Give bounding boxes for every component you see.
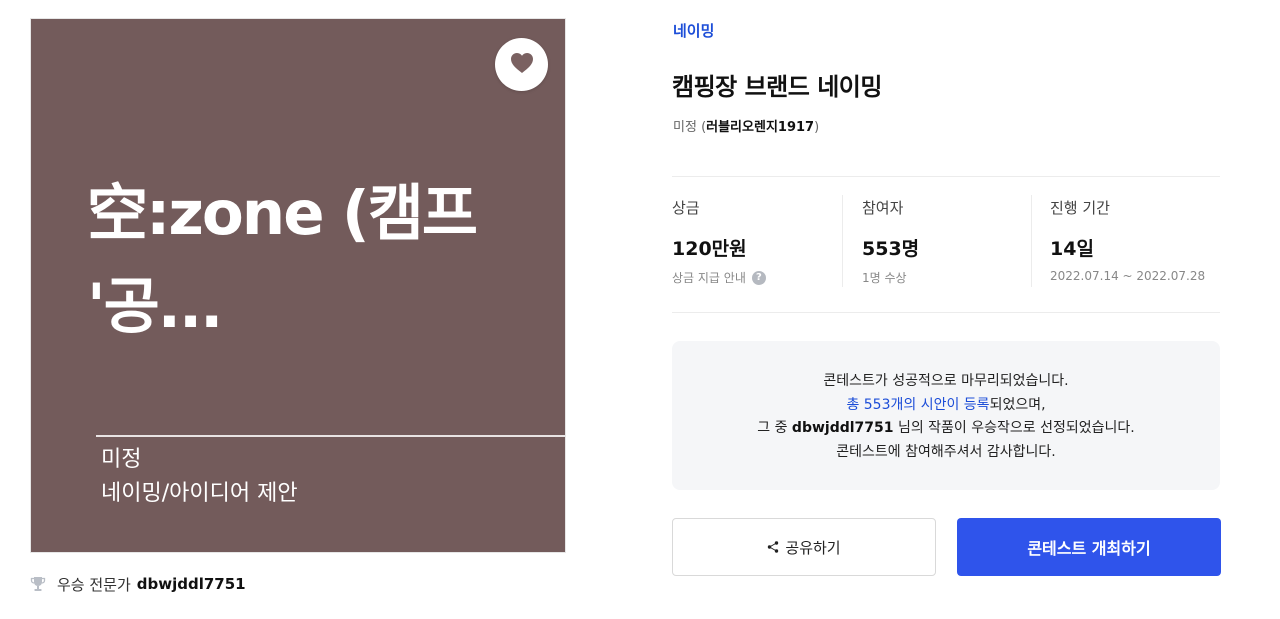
thumbnail-category: 네이밍/아이디어 제안 [101, 481, 298, 506]
holder-label: 미정 [673, 120, 697, 135]
stat-period-dates: 2022.07.14 ~ 2022.07.28 [1050, 269, 1206, 283]
stat-period-value: 14일 [1050, 238, 1094, 260]
stat-prize-label: 상금 [672, 199, 700, 217]
stat-participants: 참여자 553명 1명 수상 [842, 195, 1031, 287]
stat-participants-label: 참여자 [862, 199, 904, 217]
notice-line-1: 콘테스트가 성공적으로 마무리되었습니다. [823, 373, 1069, 389]
prize-guide-label: 상금 지급 안내 [672, 271, 746, 285]
notice-winner-name: dbwjddl7751 [791, 420, 894, 436]
winner-name[interactable]: dbwjddl7751 [137, 575, 246, 593]
prize-guide: 상금 지급 안내 ? [672, 269, 842, 286]
contest-stats: 상금 120만원 상금 지급 안내 ? 참여자 553명 1명 수상 진행 기간… [672, 195, 1220, 287]
completion-notice: 콘테스트가 성공적으로 마무리되었습니다. 총 553개의 시안이 등록되었으며… [672, 341, 1220, 490]
contest-holder: 미정 (러블리오렌지1917) [673, 120, 820, 135]
share-button-label: 공유하기 [785, 538, 841, 557]
contest-thumbnail: 空:zone (캠프 '공... 미정 네이밍/아이디어 제안 [30, 18, 566, 553]
notice-line-3: 그 중 dbwjddl7751 님의 작품이 우승작으로 선정되었습니다. [757, 420, 1135, 436]
winner-label: 우승 전문가 [57, 575, 131, 594]
stat-participants-value: 553명 [862, 238, 920, 260]
share-button[interactable]: 공유하기 [672, 518, 936, 576]
like-button[interactable] [495, 38, 548, 91]
thumbnail-divider [96, 435, 565, 437]
stat-participants-sub: 1명 수상 [862, 271, 907, 285]
host-contest-button-label: 콘테스트 개최하기 [1027, 539, 1151, 558]
share-icon [767, 541, 779, 553]
notice-line-4: 콘테스트에 참여해주셔서 감사합니다. [836, 443, 1056, 460]
trophy-icon [30, 576, 46, 592]
holder-name[interactable]: 러블리오렌지1917 [706, 120, 814, 135]
stat-prize-value: 120만원 [672, 238, 747, 260]
contest-title: 캠핑장 브랜드 네이밍 [672, 73, 882, 101]
submission-count-link[interactable]: 총 553개의 시안이 등록 [846, 397, 989, 413]
divider-bottom [672, 312, 1220, 313]
notice-line-2: 총 553개의 시안이 등록되었으며, [846, 396, 1046, 413]
stat-period: 진행 기간 14일 2022.07.14 ~ 2022.07.28 [1031, 195, 1220, 287]
thumbnail-holder: 미정 [101, 447, 142, 472]
divider-top [672, 176, 1220, 177]
heart-icon [510, 52, 534, 78]
stat-prize: 상금 120만원 상금 지급 안내 ? [672, 195, 842, 287]
host-contest-button[interactable]: 콘테스트 개최하기 [957, 518, 1221, 576]
category-link[interactable]: 네이밍 [673, 20, 714, 41]
help-icon[interactable]: ? [751, 270, 766, 285]
stat-period-label: 진행 기간 [1050, 199, 1110, 217]
winner-info: 우승 전문가 dbwjddl7751 [30, 573, 246, 595]
thumbnail-title: 空:zone (캠프 '공... [87, 178, 478, 342]
